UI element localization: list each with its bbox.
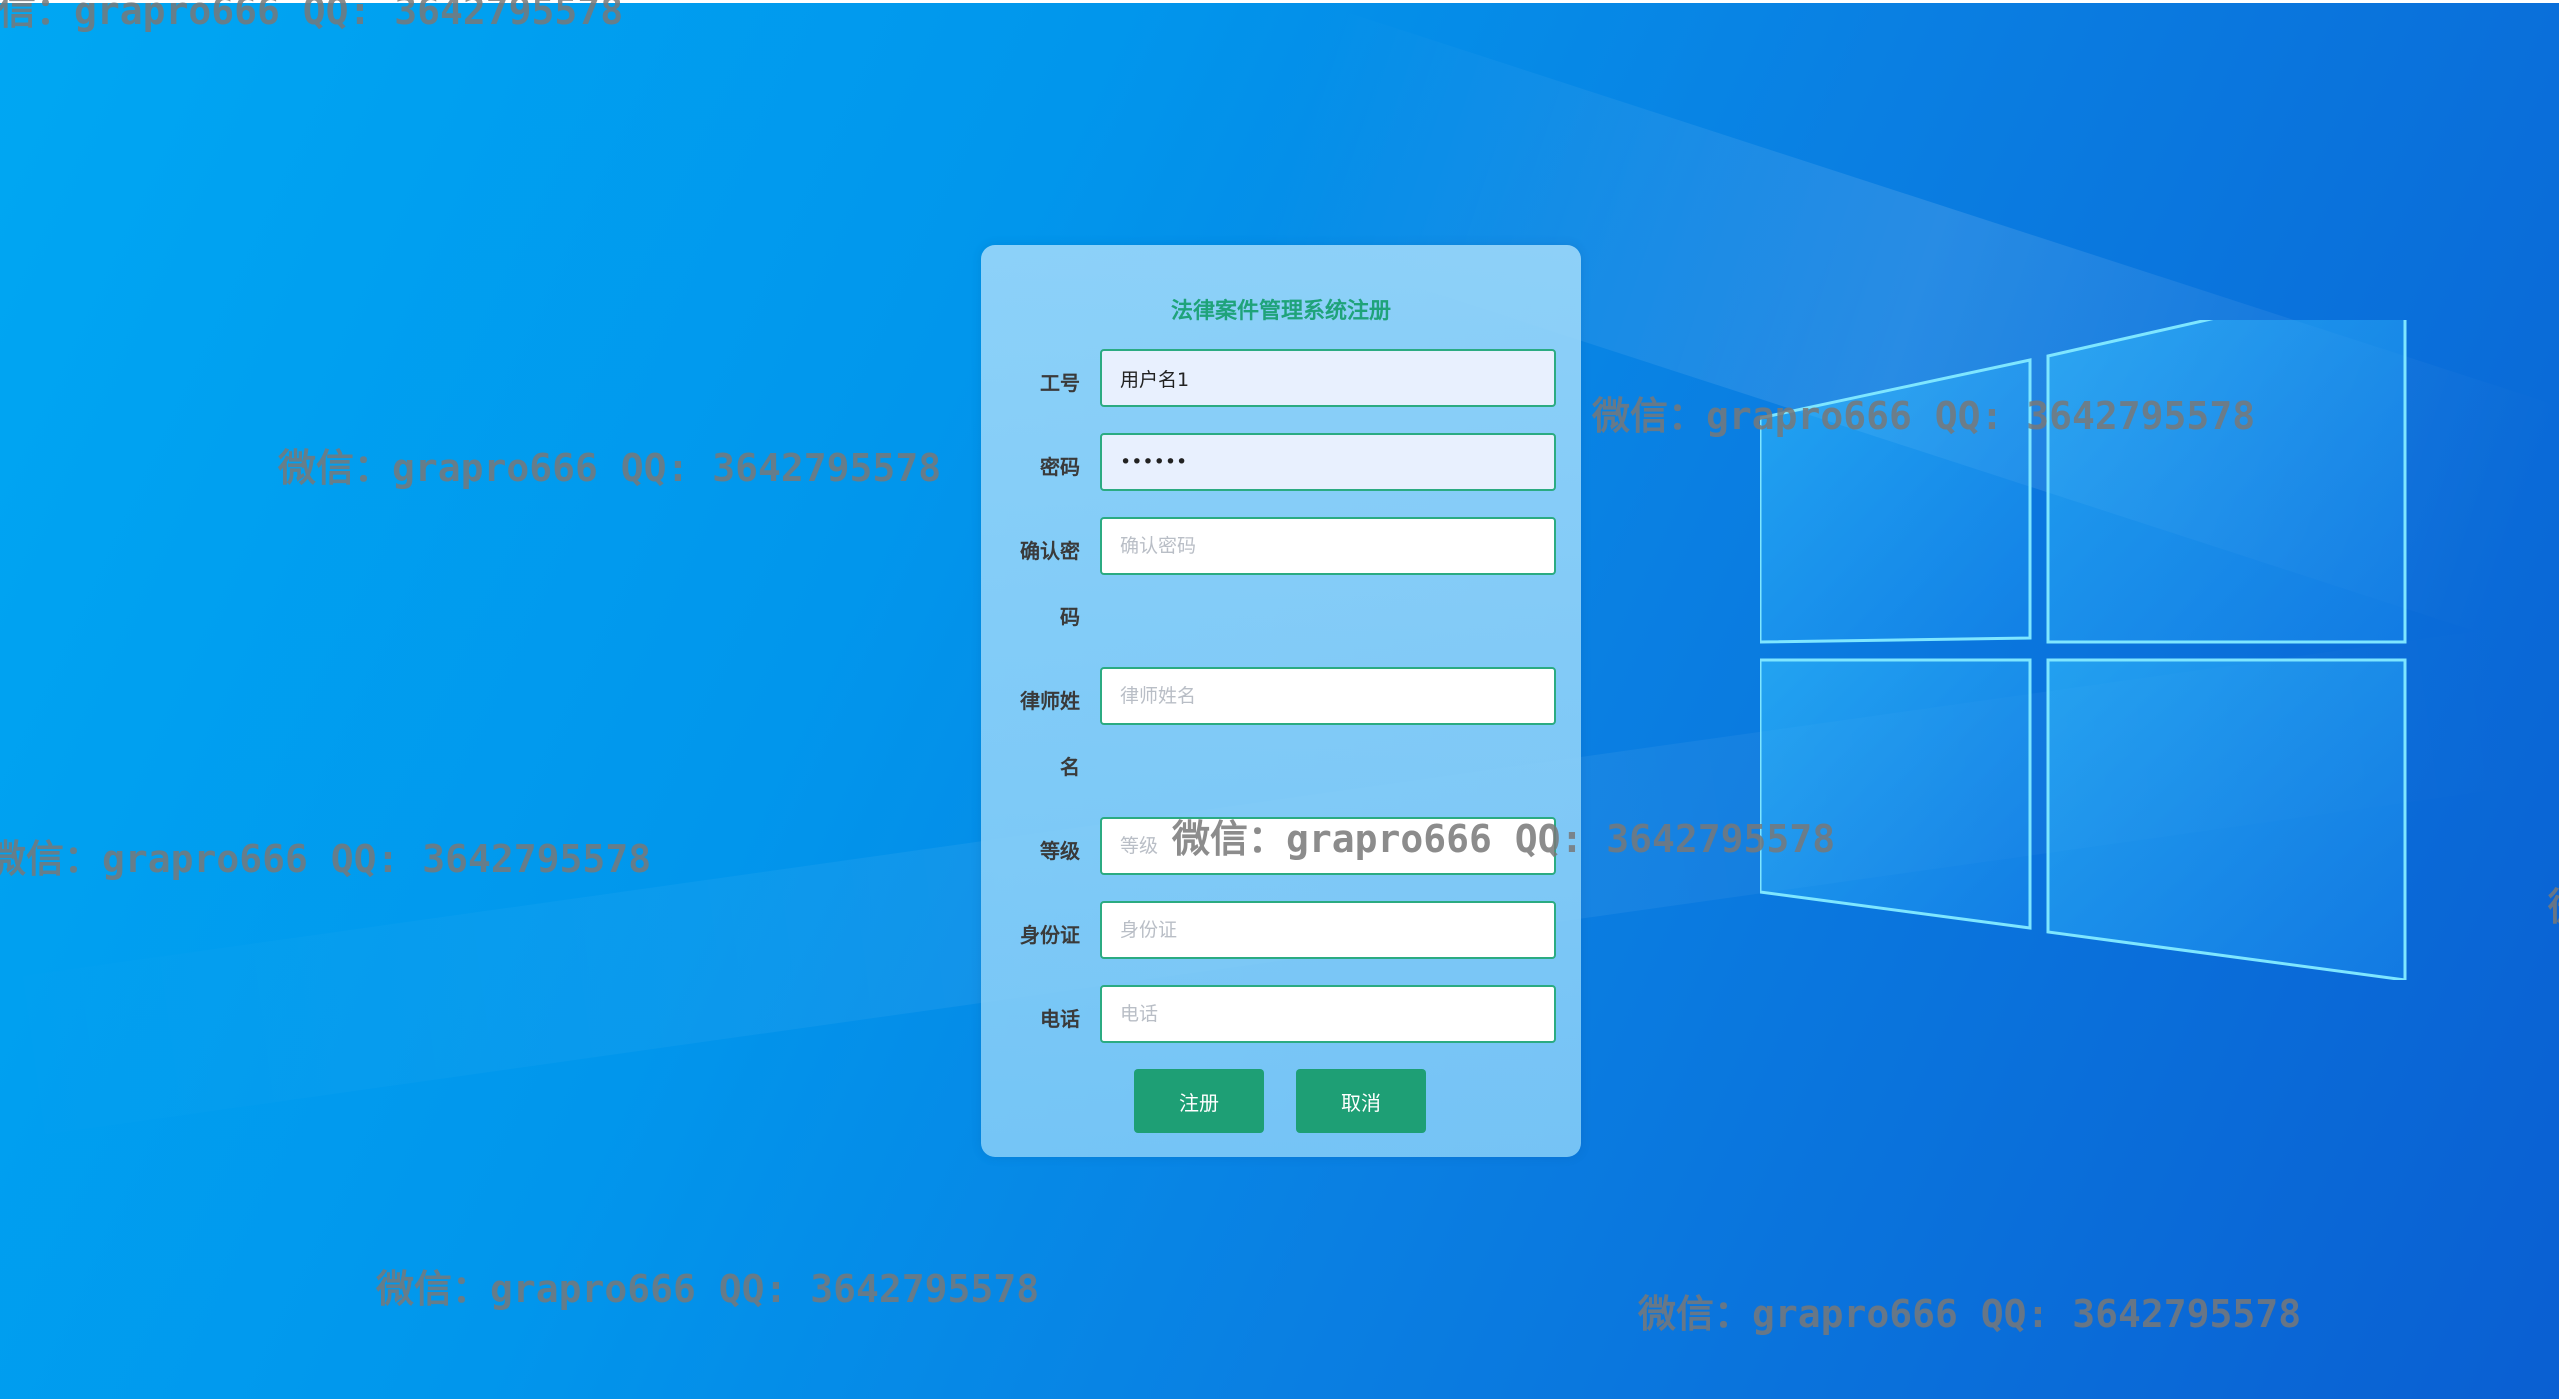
employee-id-input[interactable] — [1100, 349, 1556, 407]
watermark-text: 微信：grapro666 QQ: 3642795578 — [1638, 1292, 2302, 1336]
watermark-text: 微信：grapro666 QQ: 3642795578 — [0, 837, 652, 881]
label-id-card: 身份证 — [1020, 923, 1080, 947]
form-title: 法律案件管理系统注册 — [1170, 299, 1391, 324]
password-input[interactable] — [1100, 433, 1556, 491]
desktop-background: 法律案件管理系统注册 工号 密码 确认密码 律师姓名 等级 身份证 电话 注册 … — [0, 0, 2559, 1399]
watermark-text: 微 — [2548, 876, 2559, 931]
label-level: 等级 — [1040, 839, 1080, 863]
label-password: 密码 — [1040, 455, 1080, 479]
cancel-button[interactable]: 取消 — [1296, 1069, 1426, 1133]
label-phone: 电话 — [1040, 1007, 1080, 1031]
id-card-input[interactable] — [1100, 901, 1556, 959]
watermark-text: 微信：grapro666 QQ: 3642795578 — [0, 0, 624, 33]
label-employee-id: 工号 — [1040, 371, 1080, 395]
lawyer-name-input[interactable] — [1100, 667, 1556, 725]
register-button[interactable]: 注册 — [1134, 1069, 1264, 1133]
top-border — [0, 0, 2559, 3]
label-confirm-password: 确认密码 — [1020, 539, 1080, 629]
confirm-password-input[interactable] — [1100, 517, 1556, 575]
label-lawyer-name: 律师姓名 — [1020, 689, 1080, 779]
phone-input[interactable] — [1100, 985, 1556, 1043]
windows-logo — [1760, 320, 2407, 980]
watermark-text: 微信：grapro666 QQ: 3642795578 — [278, 446, 942, 490]
watermark-text: 微信：grapro666 QQ: 3642795578 — [376, 1267, 1040, 1311]
register-card: 法律案件管理系统注册 工号 密码 确认密码 律师姓名 等级 身份证 电话 注册 … — [981, 245, 1581, 1157]
level-input[interactable] — [1100, 817, 1556, 875]
